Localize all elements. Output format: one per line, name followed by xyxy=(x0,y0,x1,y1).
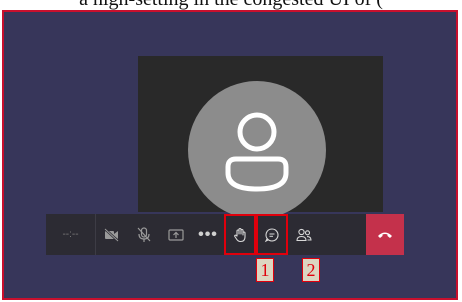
share-screen-icon xyxy=(168,228,184,241)
hang-up-icon xyxy=(378,232,392,238)
meeting-window xyxy=(2,10,458,300)
person-icon xyxy=(225,112,289,192)
hang-up-button[interactable] xyxy=(366,214,404,255)
share-screen-button[interactable] xyxy=(160,214,192,255)
camera-off-icon xyxy=(104,227,119,242)
annotation-label-2: 2 xyxy=(302,258,320,282)
participants-button[interactable] xyxy=(288,214,320,255)
video-stage xyxy=(138,56,383,219)
camera-toggle-button[interactable] xyxy=(96,214,128,255)
more-actions-button[interactable]: ••• xyxy=(192,214,224,255)
raise-hand-button[interactable] xyxy=(224,214,256,255)
chat-button[interactable] xyxy=(256,214,288,255)
participants-icon xyxy=(296,228,312,241)
raise-hand-icon xyxy=(234,227,246,242)
more-actions-icon: ••• xyxy=(198,225,218,243)
mic-toggle-button[interactable] xyxy=(128,214,160,255)
call-timer: --:-- xyxy=(46,214,96,255)
mic-off-icon xyxy=(137,226,151,242)
call-toolbar: --:-- ••• xyxy=(46,214,404,255)
avatar xyxy=(188,81,326,219)
chat-icon xyxy=(264,227,279,242)
caption-text: a high-setting in the congested UI of ( xyxy=(0,0,462,10)
annotation-label-1: 1 xyxy=(256,258,274,282)
